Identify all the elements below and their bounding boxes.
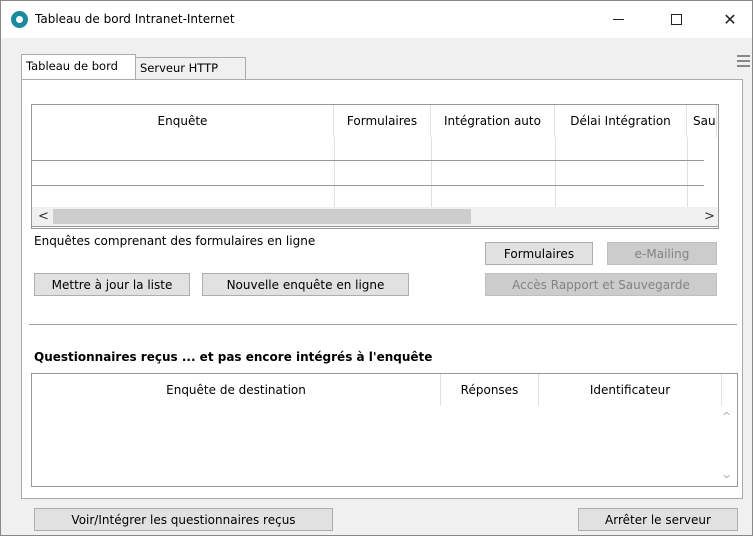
surveys-caption: Enquêtes comprenant des formulaires en l… [34,234,316,248]
emailing-button[interactable]: e-Mailing [607,242,717,265]
scroll-right-icon[interactable]: > [704,209,715,224]
close-icon: ✕ [723,10,737,29]
column-header-enquete-destination[interactable]: Enquête de destination [32,374,441,406]
minimize-icon [612,19,624,20]
column-divider [431,137,432,207]
maximize-button[interactable] [653,1,699,38]
main-window: Tableau de bord Intranet-Internet ✕ Tabl… [0,0,753,536]
window-title: Tableau de bord Intranet-Internet [35,12,235,26]
column-divider [334,137,335,207]
tab-serveur-http[interactable]: Serveur HTTP [135,57,246,79]
horizontal-scrollbar[interactable]: < > [31,207,719,227]
column-header-sauvegarde[interactable]: Sau [687,105,717,137]
column-header-reponses[interactable]: Réponses [441,374,539,406]
table-row[interactable] [32,185,704,186]
table-row[interactable] [32,160,704,161]
scroll-up-icon[interactable]: ^ [722,410,731,423]
title-bar[interactable]: Tableau de bord Intranet-Internet ✕ [1,1,752,38]
column-divider [555,137,556,207]
column-header-integration-auto[interactable]: Intégration auto [431,105,555,137]
scroll-left-icon[interactable]: < [38,209,49,224]
minimize-button[interactable] [595,1,641,38]
column-header-delai-integration[interactable]: Délai Intégration [555,105,687,137]
section-divider [29,324,737,325]
close-button[interactable]: ✕ [707,1,753,38]
maximize-icon [670,14,682,25]
tab-tableau-de-bord[interactable]: Tableau de bord [21,54,136,79]
hamburger-menu-icon[interactable] [737,55,750,70]
formulaires-button[interactable]: Formulaires [485,242,593,265]
column-header-enquete[interactable]: Enquête [32,105,334,137]
column-divider [687,137,688,207]
stop-server-button[interactable]: Arrêter le serveur [578,508,738,531]
column-header-identificateur[interactable]: Identificateur [539,374,722,406]
surveys-grid-header: Enquête Formulaires Intégration auto Dél… [32,105,718,137]
view-integrate-button[interactable]: Voir/Intégrer les questionnaires reçus [34,508,333,531]
report-access-button[interactable]: Accès Rapport et Sauvegarde [485,273,717,296]
new-online-survey-button[interactable]: Nouvelle enquête en ligne [202,273,409,296]
received-questionnaires-grid[interactable]: Enquête de destination Réponses Identifi… [31,373,738,487]
app-logo-icon [11,11,28,28]
scrollbar-thumb[interactable] [53,209,471,224]
received-caption: Questionnaires reçus ... et pas encore i… [34,350,433,364]
update-list-button[interactable]: Mettre à jour la liste [34,273,190,296]
scroll-down-icon[interactable]: ^ [722,467,731,480]
column-header-formulaires[interactable]: Formulaires [334,105,431,137]
